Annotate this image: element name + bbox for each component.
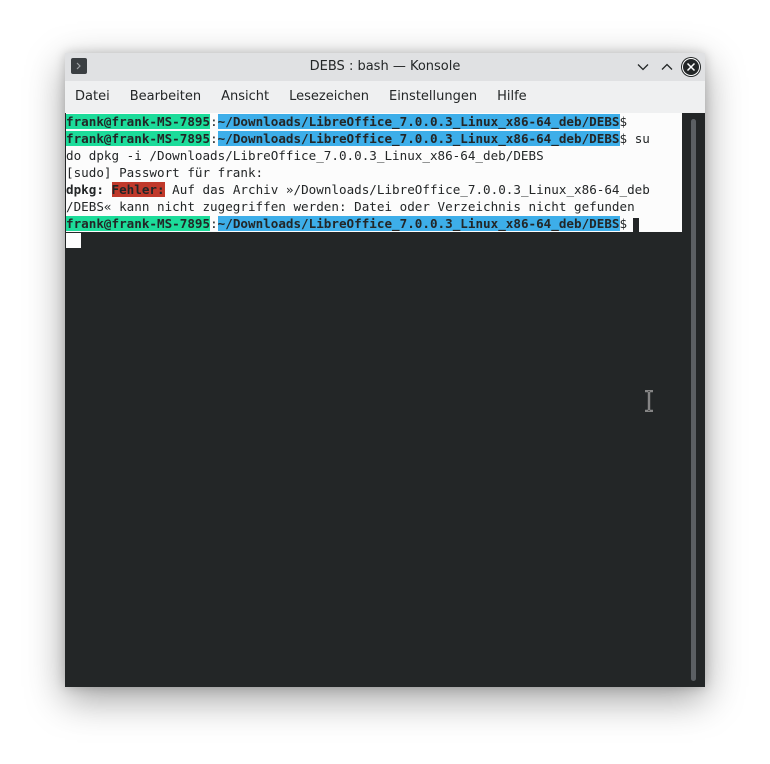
menu-ansicht[interactable]: Ansicht xyxy=(211,81,279,113)
prompt-cwd: ~/Downloads/LibreOffice_7.0.0.3_Linux_x8… xyxy=(217,216,620,231)
error-message-wrap: /DEBS« kann nicht zugegriffen werden: Da… xyxy=(66,199,635,214)
error-label: Fehler: xyxy=(111,182,165,197)
text-cursor xyxy=(633,217,640,232)
terminal-line-1: frank@frank-MS-7895:~/Downloads/LibreOff… xyxy=(66,113,628,130)
chevron-up-icon xyxy=(661,63,673,70)
prompt-user-host: frank@frank-MS-7895 xyxy=(66,131,211,146)
dpkg-label: dpkg: xyxy=(66,182,104,197)
terminal-line-6: /DEBS« kann nicht zugegriffen werden: Da… xyxy=(66,198,635,215)
menu-hilfe[interactable]: Hilfe xyxy=(487,81,537,113)
terminal-line-2: frank@frank-MS-7895:~/Downloads/LibreOff… xyxy=(66,130,650,147)
menu-einstellungen[interactable]: Einstellungen xyxy=(379,81,487,113)
prompt-cwd: ~/Downloads/LibreOffice_7.0.0.3_Linux_x8… xyxy=(217,131,620,146)
close-icon xyxy=(682,58,700,76)
window-title: DEBS : bash — Konsole xyxy=(309,59,461,74)
sudo-prompt: [sudo] Passwort für frank: xyxy=(66,165,264,180)
prompt-colon: : xyxy=(210,216,218,231)
prompt-colon: : xyxy=(210,114,218,129)
scrollbar-thumb[interactable] xyxy=(691,119,696,681)
titlebar[interactable]: DEBS : bash — Konsole xyxy=(65,53,705,81)
menu-lesezeichen[interactable]: Lesezeichen xyxy=(279,81,379,113)
terminal-line-3: do dpkg -i /Downloads/LibreOffice_7.0.0.… xyxy=(66,147,544,164)
konsole-window: DEBS : bash — Konsole Datei Bearbeiten A… xyxy=(65,53,705,687)
prompt-user-host: frank@frank-MS-7895 xyxy=(66,114,211,129)
prompt-cwd: ~/Downloads/LibreOffice_7.0.0.3_Linux_x8… xyxy=(217,114,620,129)
prompt-symbol: $ xyxy=(619,216,628,231)
terminal-line-4: [sudo] Passwort für frank: xyxy=(66,164,264,181)
ibeam-cursor-icon xyxy=(643,389,655,416)
terminal-output[interactable]: frank@frank-MS-7895:~/Downloads/LibreOff… xyxy=(65,113,682,687)
prompt-colon: : xyxy=(210,131,218,146)
empty-line-block xyxy=(66,233,81,248)
minimize-button[interactable] xyxy=(634,58,652,76)
scrollbar[interactable] xyxy=(691,119,696,681)
menu-bearbeiten[interactable]: Bearbeiten xyxy=(120,81,211,113)
menubar: Datei Bearbeiten Ansicht Lesezeichen Ein… xyxy=(65,81,705,113)
terminal-line-7: frank@frank-MS-7895:~/Downloads/LibreOff… xyxy=(66,215,640,232)
terminal-line-5: dpkg: Fehler: Auf das Archiv »/Downloads… xyxy=(66,181,650,198)
prompt-symbol: $ xyxy=(619,131,628,146)
maximize-button[interactable] xyxy=(658,58,676,76)
error-message: Auf das Archiv »/Downloads/LibreOffice_7… xyxy=(164,182,650,197)
prompt-user-host: frank@frank-MS-7895 xyxy=(66,216,211,231)
menu-datei[interactable]: Datei xyxy=(65,81,120,113)
prompt-symbol: $ xyxy=(619,114,628,129)
command-text-wrap: do dpkg -i /Downloads/LibreOffice_7.0.0.… xyxy=(66,148,544,163)
command-text: su xyxy=(627,131,650,146)
chevron-down-icon xyxy=(637,64,649,71)
close-button[interactable] xyxy=(681,57,701,77)
